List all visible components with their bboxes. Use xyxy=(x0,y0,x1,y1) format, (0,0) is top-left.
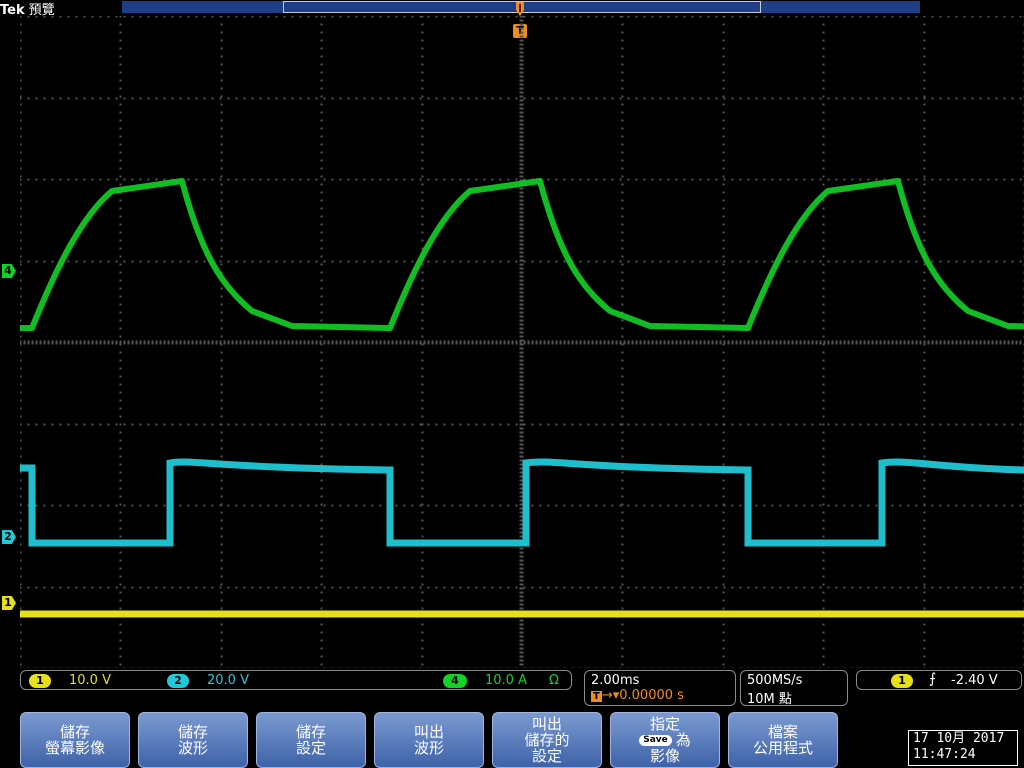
graticule xyxy=(20,16,1024,668)
ch2-scale: 20.0 V xyxy=(207,673,249,688)
softkey-label: 設定 xyxy=(531,747,562,765)
softkey-label: 儲存的 xyxy=(524,731,570,749)
assign-save-button[interactable]: 指定 Save 為 影像 xyxy=(610,712,720,768)
ch1-scale: 10.0 V xyxy=(69,673,111,688)
channel-readout-bar: 1 10.0 V 2 20.0 V 4 10.0 A Ω xyxy=(20,670,572,690)
trigger-delay-icon: T xyxy=(591,691,602,702)
save-screen-image-button[interactable]: 儲存 螢幕影像 xyxy=(20,712,130,768)
recall-setup-button[interactable]: 叫出 儲存的 設定 xyxy=(492,712,602,768)
softkey-bar: 儲存 螢幕影像 儲存 波形 儲存 設定 叫出 波形 叫出 儲存的 設定 指定 S… xyxy=(20,712,900,768)
sample-rate: 500MS/s xyxy=(747,673,803,688)
timebase-readout[interactable]: 2.00ms T →▾0.00000 s xyxy=(584,670,736,706)
softkey-label: 檔案 xyxy=(767,723,798,741)
softkey-label: 公用程式 xyxy=(752,739,813,757)
save-setup-button[interactable]: 儲存 設定 xyxy=(256,712,366,768)
trigger-level: -2.40 V xyxy=(951,673,998,688)
softkey-label: 儲存 xyxy=(177,723,208,741)
trigger-delay: T →▾0.00000 s xyxy=(591,688,684,703)
ch4-unit: Ω xyxy=(549,673,559,688)
ch4-scale: 10.0 A xyxy=(485,673,527,688)
record-length: 10M 點 xyxy=(747,692,792,707)
date-time-display: 17 10月 2017 11:47:24 xyxy=(908,730,1018,766)
softkey-label: 儲存 xyxy=(295,723,326,741)
waveform-display xyxy=(20,16,1024,668)
softkey-label: 儲存 xyxy=(59,723,90,741)
softkey-label: 波形 xyxy=(413,739,444,757)
recall-waveform-button[interactable]: 叫出 波形 xyxy=(374,712,484,768)
time: 11:47:24 xyxy=(913,747,976,762)
softkey-label: 叫出 xyxy=(531,715,562,733)
ch1-level-marker[interactable]: 1 xyxy=(2,596,16,610)
save-waveform-button[interactable]: 儲存 波形 xyxy=(138,712,248,768)
rising-edge-icon: ⨍ xyxy=(929,671,937,687)
softkey-label: 螢幕影像 xyxy=(44,739,105,757)
ch2-level-marker[interactable]: 2 xyxy=(2,530,16,544)
softkey-label: 指定 xyxy=(649,715,680,733)
timebase-scale: 2.00ms xyxy=(591,673,640,688)
softkey-label: 波形 xyxy=(177,739,208,757)
ch1-chip[interactable]: 1 xyxy=(29,674,51,688)
trigger-source-chip: 1 xyxy=(891,674,913,688)
trigger-readout[interactable]: 1 ⨍ -2.40 V xyxy=(856,670,1022,690)
file-utilities-button[interactable]: 檔案 公用程式 xyxy=(728,712,838,768)
status-bar: Tek 預覽 xyxy=(0,0,1024,18)
save-badge: Save xyxy=(639,735,672,746)
ch4-level-marker[interactable]: 4 xyxy=(2,264,16,278)
ch2-waveform xyxy=(20,458,1024,547)
softkey-label: 叫出 xyxy=(413,723,444,741)
ch4-chip[interactable]: 4 xyxy=(443,674,467,688)
ch4-waveform xyxy=(20,178,1024,331)
softkey-label: 設定 xyxy=(295,739,326,757)
softkey-label: 影像 xyxy=(649,747,680,765)
trigger-delay-value: 0.00000 s xyxy=(619,688,684,703)
date: 17 10月 2017 xyxy=(913,731,1005,746)
acquisition-readout[interactable]: 500MS/s 10M 點 xyxy=(740,670,848,707)
ch2-chip[interactable]: 2 xyxy=(167,674,189,688)
